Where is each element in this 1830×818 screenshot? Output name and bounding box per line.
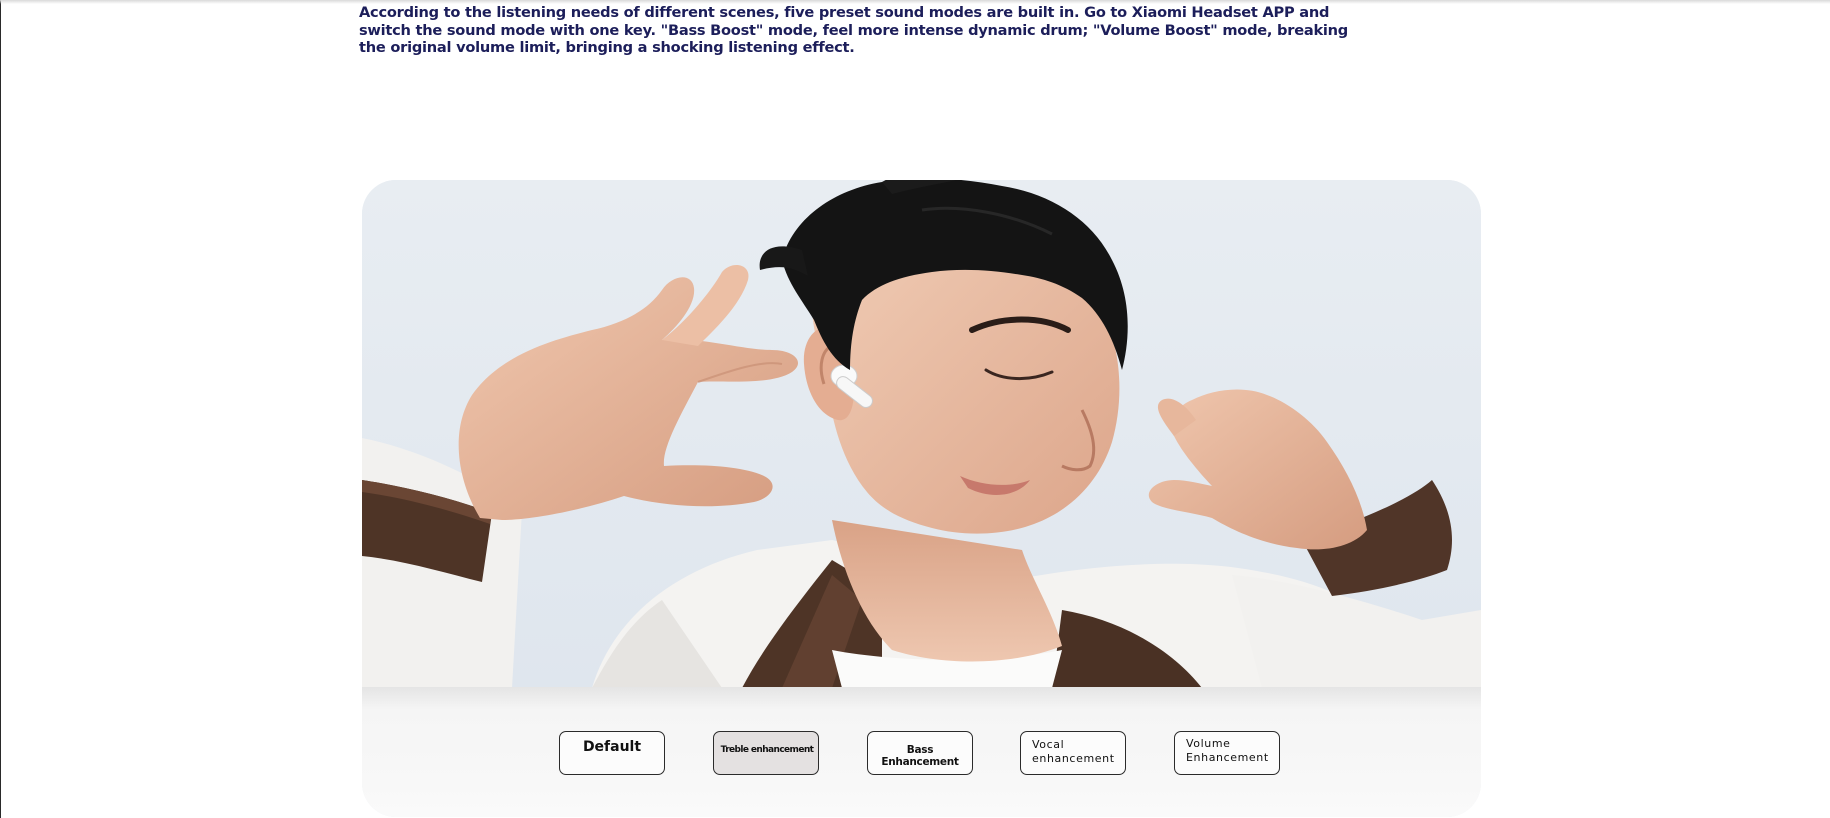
sound-mode-label-line1: Volume bbox=[1186, 737, 1231, 750]
hero-photo-man-wearing-earbuds bbox=[362, 180, 1481, 688]
sound-mode-label-line1: Vocal bbox=[1032, 738, 1065, 751]
sound-modes-description: According to the listening needs of diff… bbox=[359, 4, 1348, 56]
sound-mode-label: Treble enhancement bbox=[720, 745, 814, 755]
sound-mode-selector: Default Treble enhancement Bass Enhancem… bbox=[362, 687, 1481, 817]
sound-mode-label: Default bbox=[582, 739, 642, 755]
sound-mode-label-line2: enhancement bbox=[1032, 752, 1115, 765]
sound-mode-volume-enhancement-button[interactable]: Volume Enhancement bbox=[1174, 731, 1280, 775]
sound-mode-label-line2: Enhancement bbox=[1186, 751, 1269, 764]
product-page: According to the listening needs of diff… bbox=[0, 0, 1830, 818]
sound-mode-bass-enhancement-button[interactable]: Bass Enhancement bbox=[867, 731, 973, 775]
sound-mode-label: Bass Enhancement bbox=[881, 744, 959, 768]
hero-banner: Default Treble enhancement Bass Enhancem… bbox=[362, 180, 1481, 817]
sound-mode-vocal-enhancement-button[interactable]: Vocal enhancement bbox=[1020, 731, 1126, 775]
sound-mode-default-button[interactable]: Default bbox=[559, 731, 665, 775]
sound-mode-treble-enhancement-button[interactable]: Treble enhancement bbox=[713, 731, 819, 775]
page-left-border bbox=[0, 0, 1, 818]
